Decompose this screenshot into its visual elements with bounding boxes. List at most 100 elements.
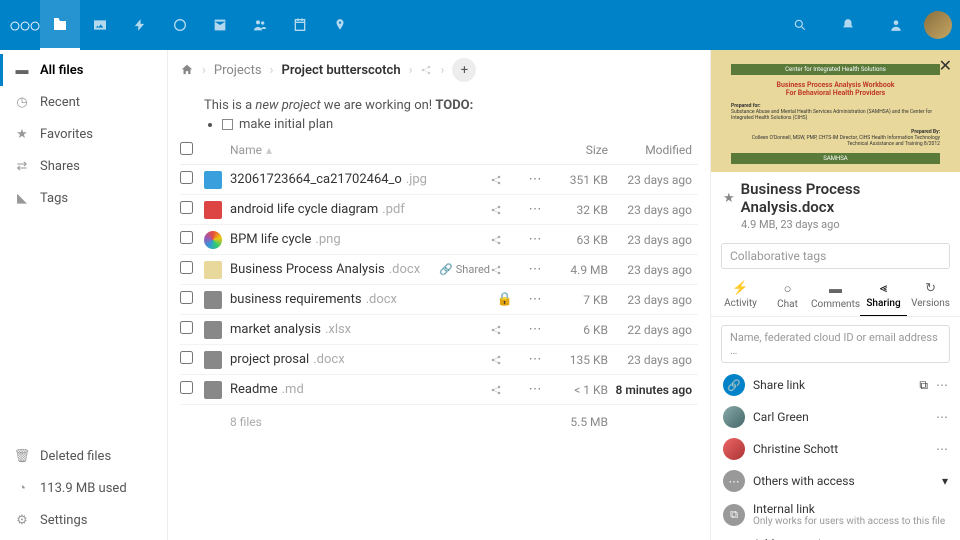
row-checkbox[interactable] [180, 201, 193, 214]
select-all-checkbox[interactable] [180, 142, 193, 155]
file-thumb [204, 201, 230, 219]
sidebar-tags[interactable]: ◣Tags [0, 182, 167, 214]
row-menu-icon[interactable]: ⋯ [520, 232, 550, 247]
file-row[interactable]: android life cycle diagram.pdf⋯32 KB23 d… [180, 195, 698, 225]
file-table-header: Name ▴ Size Modified [180, 136, 698, 165]
row-checkbox[interactable] [180, 231, 193, 244]
file-row[interactable]: 32061723664_ca21702464_o.jpg⋯351 KB23 da… [180, 165, 698, 195]
user-avatar[interactable] [924, 11, 952, 39]
file-name[interactable]: BPM life cycle.png [230, 232, 430, 247]
row-menu-icon[interactable]: ⋯ [520, 352, 550, 367]
row-checkbox[interactable] [180, 171, 193, 184]
tags-input[interactable]: Collaborative tags [721, 243, 950, 269]
share-others-row[interactable]: ⋯ Others with access ▾ [711, 465, 960, 497]
logo[interactable]: ○○○ [8, 9, 40, 41]
file-name[interactable]: 32061723664_ca21702464_o.jpg [230, 172, 430, 187]
tag-icon: ◣ [14, 190, 30, 206]
more-icon[interactable]: ⋯ [936, 378, 948, 392]
maps-app-icon[interactable] [320, 0, 360, 50]
file-name[interactable]: Readme.md [230, 382, 430, 397]
file-name[interactable]: business requirements.docx [230, 292, 430, 307]
mail-app-icon[interactable] [200, 0, 240, 50]
new-file-button[interactable]: + [452, 58, 476, 82]
file-name[interactable]: android life cycle diagram.pdf [230, 202, 430, 217]
share-icon[interactable] [490, 174, 520, 186]
row-checkbox[interactable] [180, 321, 193, 334]
file-preview: ✕ Center for Integrated Health Solutions… [711, 50, 960, 172]
row-menu-icon[interactable]: ⋯ [520, 172, 550, 187]
row-checkbox[interactable] [180, 381, 193, 394]
row-menu-icon[interactable]: ⋯ [520, 202, 550, 217]
clipboard-icon[interactable]: ⧉ [919, 378, 928, 393]
tab-sharing[interactable]: ⪡Sharing [860, 277, 907, 316]
share-icon[interactable] [490, 234, 520, 246]
file-name[interactable]: market analysis.xlsx [230, 322, 430, 337]
notifications-icon[interactable] [828, 0, 868, 50]
row-checkbox[interactable] [180, 291, 193, 304]
share-icon[interactable] [490, 324, 520, 336]
activity-app-icon[interactable] [120, 0, 160, 50]
row-menu-icon[interactable]: ⋯ [520, 292, 550, 307]
tab-activity[interactable]: ⚡Activity [717, 277, 764, 316]
more-icon[interactable]: ⋯ [936, 442, 948, 456]
folder-note: This is a new project we are working on!… [168, 90, 710, 136]
sidebar-shares[interactable]: ⇄Shares [0, 150, 167, 182]
share-icon[interactable] [490, 204, 520, 216]
file-thumb [204, 291, 230, 309]
topbar-right [780, 0, 952, 50]
sidebar-favorites[interactable]: ★Favorites [0, 118, 167, 150]
checkbox-icon[interactable] [222, 119, 233, 130]
folder-icon: ▬ [14, 62, 30, 78]
search-icon[interactable] [780, 0, 820, 50]
share-icon[interactable] [490, 384, 520, 396]
more-icon[interactable]: ⋯ [936, 410, 948, 424]
breadcrumb-projects[interactable]: Projects [214, 63, 262, 78]
file-modified: 23 days ago [608, 263, 698, 277]
sidebar-settings[interactable]: ⚙Settings [0, 504, 167, 536]
row-menu-icon[interactable]: ⋯ [520, 382, 550, 397]
share-icon[interactable] [490, 354, 520, 366]
share-icon[interactable]: 🔒 [490, 292, 520, 307]
tab-comments[interactable]: ▬Comments [811, 277, 860, 316]
file-row[interactable]: business requirements.docx🔒⋯7 KB23 days … [180, 285, 698, 315]
share-user-row[interactable]: Christine Schott ⋯ [711, 433, 960, 465]
user-avatar-icon [723, 438, 745, 460]
share-user-row[interactable]: Carl Green ⋯ [711, 401, 960, 433]
share-internal-row[interactable]: ⧉ Internal linkOnly works for users with… [711, 497, 960, 532]
chevron-down-icon[interactable]: ▾ [942, 474, 948, 488]
talk-app-icon[interactable] [160, 0, 200, 50]
contacts-app-icon[interactable] [240, 0, 280, 50]
row-checkbox[interactable] [180, 261, 193, 274]
file-row[interactable]: market analysis.xlsx⋯6 KB22 days ago [180, 315, 698, 345]
share-search-input[interactable]: Name, federated cloud ID or email addres… [721, 325, 950, 363]
row-menu-icon[interactable]: ⋯ [520, 262, 550, 277]
files-app-icon[interactable] [40, 0, 80, 50]
file-row[interactable]: project prosal.docx⋯135 KB23 days ago [180, 345, 698, 375]
file-row[interactable]: BPM life cycle.png⋯63 KB23 days ago [180, 225, 698, 255]
tab-chat[interactable]: ○Chat [764, 277, 811, 316]
row-menu-icon[interactable]: ⋯ [520, 322, 550, 337]
add-project-row[interactable]: + Add to a projectConnect items to a pro… [711, 532, 960, 540]
breadcrumb-home[interactable] [180, 63, 194, 77]
file-row[interactable]: Readme.md⋯< 1 KB8 minutes ago [180, 375, 698, 405]
details-panel: ✕ Center for Integrated Health Solutions… [710, 50, 960, 540]
photos-app-icon[interactable] [80, 0, 120, 50]
tab-versions[interactable]: ↻Versions [907, 277, 954, 316]
file-name[interactable]: project prosal.docx [230, 352, 430, 367]
file-row[interactable]: Business Process Analysis.docx🔗 Shared⋯4… [180, 255, 698, 285]
contacts-menu-icon[interactable] [876, 0, 916, 50]
close-icon[interactable]: ✕ [939, 56, 952, 75]
file-name[interactable]: Business Process Analysis.docx [230, 262, 430, 277]
row-checkbox[interactable] [180, 351, 193, 364]
share-link-row[interactable]: 🔗 Share link ⧉ ⋯ [711, 369, 960, 401]
calendar-app-icon[interactable] [280, 0, 320, 50]
favorite-star-icon[interactable]: ★ [723, 191, 735, 206]
file-size: 63 KB [550, 233, 608, 247]
file-size: 4.9 MB [550, 263, 608, 277]
sidebar-recent[interactable]: ◷Recent [0, 86, 167, 118]
sidebar-deleted[interactable]: 🗑Deleted files [0, 440, 167, 472]
breadcrumb-current[interactable]: Project butterscotch [281, 63, 400, 78]
breadcrumb-share-icon[interactable] [420, 64, 432, 76]
sidebar-all-files[interactable]: ▬All files [0, 54, 167, 86]
share-icon[interactable] [490, 264, 520, 276]
